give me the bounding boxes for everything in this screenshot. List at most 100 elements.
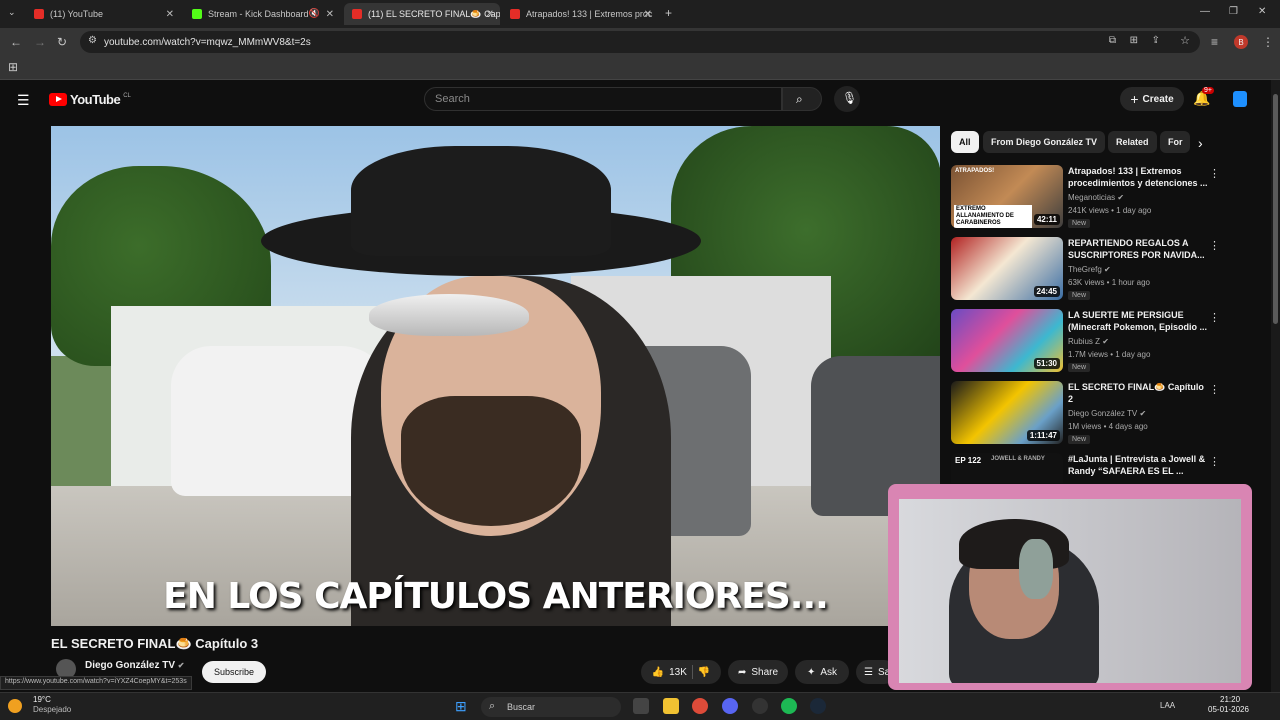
clock-time[interactable]: 21:20 [1220,695,1240,704]
recommendation-item[interactable]: ATRAPADOS! EXTREMO ALLANAMIENTO DE CARAB… [951,165,1231,231]
share-button[interactable]: ➦ Share [728,660,788,684]
more-vert-icon[interactable]: ⋮ [1209,239,1220,252]
recommendation-title[interactable]: Atrapados! 133 | Extremos procedimientos… [1068,165,1208,189]
dislike-button[interactable]: 👎 [698,667,710,678]
youtube-favicon-icon [510,9,520,19]
tab-label: Atrapados! 133 | Extremos proc [526,9,653,19]
chevron-right-icon[interactable]: › [1198,136,1203,150]
chip-from-channel[interactable]: From Diego González TV [983,131,1106,153]
tab-current-video[interactable]: (11) EL SECRETO FINAL🍮 Capí ✕ [344,3,500,25]
new-tab-icon[interactable]: + [665,7,672,19]
windows-start-icon[interactable]: ⊞ [455,698,467,715]
search-button[interactable]: ⌕ [782,87,822,111]
channel-name[interactable]: Diego González TV ✔ [85,660,185,671]
browser-toolbar: ← → ↻ ⚙ youtube.com/watch?v=mqwz_MMmWV8&… [0,28,1280,56]
country-code: CL [123,92,131,99]
more-menu-icon[interactable]: ⋮ [1262,36,1274,48]
window-close-icon[interactable]: ✕ [1258,7,1266,17]
obs-icon[interactable] [752,698,768,714]
close-icon[interactable]: ✕ [166,9,174,20]
recommendation-channel[interactable]: Rubius Z ✔ [1068,337,1109,346]
chrome-icon[interactable] [692,698,708,714]
verified-icon: ✔ [1117,193,1125,202]
address-bar[interactable]: ⚙ youtube.com/watch?v=mqwz_MMmWV8&t=2s ⧉… [80,31,1200,53]
recommendation-item[interactable]: 24:45 REPARTIENDO REGALOS A SUSCRIPTORES… [951,237,1231,303]
scrollbar-thumb[interactable] [1273,94,1278,324]
search-placeholder: Search [435,93,470,105]
tab-youtube-home[interactable]: (11) YouTube ✕ [26,3,180,25]
reading-list-icon[interactable]: ≡ [1211,36,1218,48]
recommendation-channel[interactable]: Meganoticias ✔ [1068,193,1124,202]
ask-button[interactable]: ✦ Ask [795,660,849,684]
site-info-icon[interactable]: ⚙ [88,36,97,46]
video-player[interactable]: EN LOS CAPÍTULOS ANTERIORES... [51,126,940,626]
webcam-headset [1019,539,1053,599]
new-badge: New [1068,219,1091,228]
maximize-icon[interactable]: ❐ [1229,7,1238,17]
recommendation-item[interactable]: EP 122 JOWELL & RANDY #LaJunta | Entrevi… [951,453,1231,483]
chip-all[interactable]: All [951,131,979,153]
account-avatar[interactable] [1233,91,1247,107]
like-button[interactable]: 👍 13K [652,667,687,678]
reload-icon[interactable]: ↻ [57,36,67,48]
video-title: EL SECRETO FINAL🍮 Capítulo 3 [51,636,259,651]
youtube-logo[interactable]: YouTube CL [49,92,131,107]
apps-grid-icon[interactable]: ⊞ [8,61,18,73]
profile-avatar[interactable]: B [1234,35,1248,49]
tab-kick-dashboard[interactable]: Stream - Kick Dashboard 🔇 ✕ [184,3,340,25]
recommendation-title[interactable]: REPARTIENDO REGALOS A SUSCRIPTORES POR N… [1068,237,1208,261]
subscribe-button[interactable]: Subscribe [202,661,266,683]
recommendation-title[interactable]: LA SUERTE ME PERSIGUE (Minecraft Pokemon… [1068,309,1208,333]
recommendation-title[interactable]: #LaJunta | Entrevista a Jowell & Randy “… [1068,453,1208,477]
create-button[interactable]: + Create [1120,87,1184,111]
recommendation-title[interactable]: EL SECRETO FINAL🍮 Capítulo 2 [1068,381,1208,405]
video-thumbnail[interactable]: ATRAPADOS! EXTREMO ALLANAMIENTO DE CARAB… [951,165,1063,228]
tab-atrapados[interactable]: Atrapados! 133 | Extremos proc ✕ [502,3,658,25]
share-page-icon[interactable]: ⇪ [1152,36,1160,46]
chip-for-you[interactable]: For [1160,131,1190,153]
task-view-icon[interactable] [633,698,649,714]
back-icon[interactable]: ← [10,36,22,48]
more-vert-icon[interactable]: ⋮ [1209,167,1220,180]
weather-icon[interactable] [8,699,22,713]
weather-temp[interactable]: 19°C [33,695,51,704]
translate-icon[interactable]: ⧉ [1109,36,1116,46]
video-thumbnail[interactable]: 24:45 [951,237,1063,300]
recommendation-item[interactable]: 51:30 LA SUERTE ME PERSIGUE (Minecraft P… [951,309,1231,375]
forward-icon[interactable]: → [34,36,46,48]
webcam-feed [899,499,1241,683]
minimize-icon[interactable]: — [1200,7,1210,17]
taskbar-search[interactable]: ⌕ Buscar [481,697,621,717]
file-explorer-icon[interactable] [663,698,679,714]
more-vert-icon[interactable]: ⋮ [1209,455,1220,468]
voice-search-button[interactable]: 🎙 [834,86,860,112]
video-thumbnail[interactable]: 51:30 [951,309,1063,372]
close-icon[interactable]: ✕ [486,9,494,20]
spotify-icon[interactable] [781,698,797,714]
steam-icon[interactable] [810,698,826,714]
hamburger-menu-icon[interactable]: ☰ [17,93,30,107]
recommendation-channel[interactable]: TheGrefg ✔ [1068,265,1111,274]
more-vert-icon[interactable]: ⋮ [1209,311,1220,324]
verified-icon: ✔ [1102,337,1109,346]
recommendation-item[interactable]: 1:11:47 EL SECRETO FINAL🍮 Capítulo 2 Die… [951,381,1231,447]
install-icon[interactable]: ⊞ [1130,36,1138,46]
video-thumbnail[interactable]: 1:11:47 [951,381,1063,444]
more-vert-icon[interactable]: ⋮ [1209,383,1220,396]
bookmark-star-icon[interactable]: ☆ [1180,36,1190,47]
recommendation-channel[interactable]: Diego González TV ✔ [1068,409,1146,418]
notifications-button[interactable]: 🔔 9+ [1193,87,1214,108]
search-input[interactable]: Search [424,87,782,111]
chip-related[interactable]: Related [1108,131,1157,153]
save-playlist-icon: ☰ [864,666,873,678]
video-thumbnail[interactable]: EP 122 JOWELL & RANDY [951,453,1063,483]
close-icon[interactable]: ✕ [326,9,334,20]
language-indicator[interactable]: LAA [1160,701,1175,710]
mute-icon[interactable]: 🔇 [309,9,320,18]
clock-date: 05-01-2026 [1208,705,1249,714]
tab-search-icon[interactable]: ⌄ [8,8,16,17]
recommendation-meta: 1M views • 4 days ago [1068,422,1148,431]
close-icon[interactable]: ✕ [644,9,652,20]
tab-label: (11) YouTube [50,9,104,19]
discord-icon[interactable] [722,698,738,714]
